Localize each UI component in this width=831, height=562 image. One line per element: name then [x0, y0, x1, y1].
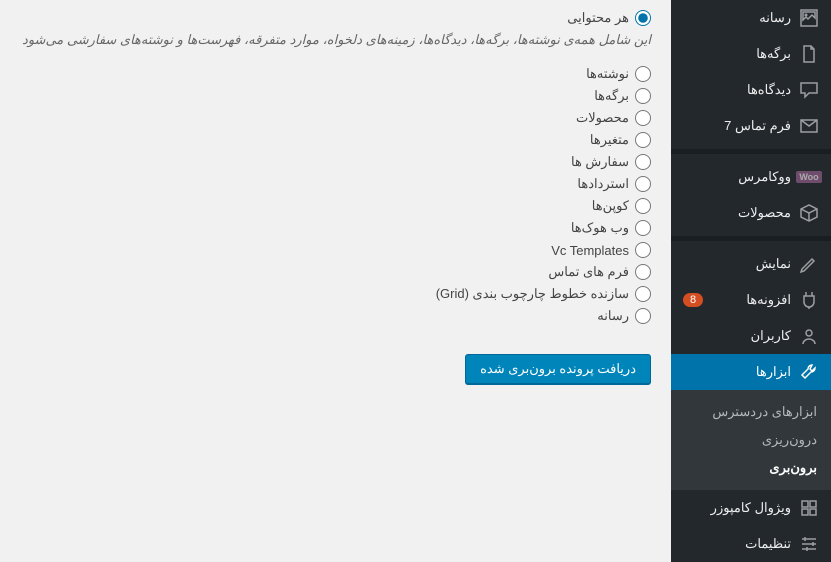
sidebar-label: فرم تماس 7 — [683, 118, 791, 134]
radio-label[interactable]: محصولات — [576, 110, 629, 126]
sidebar-label: رسانه — [683, 10, 791, 26]
submenu-available-tools[interactable]: ابزارهای دردسترس — [671, 398, 831, 426]
radio-label[interactable]: استردادها — [577, 176, 629, 192]
pages-icon — [799, 44, 819, 64]
radio-variations[interactable] — [635, 132, 651, 148]
option-posts: نوشته‌ها — [0, 66, 651, 82]
radio-label[interactable]: متغیرها — [590, 132, 629, 148]
radio-label[interactable]: کوپن‌ها — [592, 198, 629, 214]
option-variations: متغیرها — [0, 132, 651, 148]
sidebar-item-comments[interactable]: دیدگاه‌ها — [671, 72, 831, 108]
radio-contact-forms[interactable] — [635, 264, 651, 280]
menu-separator — [671, 236, 831, 241]
radio-media[interactable] — [635, 308, 651, 324]
vc-icon — [799, 498, 819, 518]
plugins-badge: 8 — [683, 293, 703, 307]
radio-label[interactable]: سفارش ها — [571, 154, 629, 170]
option-orders: سفارش ها — [0, 154, 651, 170]
submit-area: دریافت پرونده برون‌بری شده — [0, 354, 651, 384]
option-media: رسانه — [0, 308, 651, 324]
media-icon — [799, 8, 819, 28]
sidebar-item-pages[interactable]: برگه‌ها — [671, 36, 831, 72]
submenu-import[interactable]: درون‌ریزی — [671, 426, 831, 454]
sidebar-item-appearance[interactable]: نمایش — [671, 246, 831, 282]
option-products: محصولات — [0, 110, 651, 126]
sidebar-label: کاربران — [683, 328, 791, 344]
radio-label[interactable]: وب هوک‌ها — [571, 220, 629, 236]
tools-icon — [799, 362, 819, 382]
contact-icon — [799, 116, 819, 136]
menu-separator — [671, 149, 831, 154]
option-vc-templates: Vc Templates — [0, 242, 651, 258]
radio-grid-builder[interactable] — [635, 286, 651, 302]
submenu-export[interactable]: برون‌بری — [671, 454, 831, 482]
radio-coupons[interactable] — [635, 198, 651, 214]
users-icon — [799, 326, 819, 346]
radio-products[interactable] — [635, 110, 651, 126]
products-icon — [799, 203, 819, 223]
radio-label[interactable]: هر محتوایی — [567, 10, 629, 26]
radio-label[interactable]: فرم های تماس — [548, 264, 629, 280]
radio-refunds[interactable] — [635, 176, 651, 192]
export-form: هر محتوایی این شامل همه‌ی نوشته‌ها، برگه… — [0, 0, 671, 562]
option-refunds: استردادها — [0, 176, 651, 192]
radio-posts[interactable] — [635, 66, 651, 82]
sidebar-item-vc[interactable]: ویژوال کامپوزر — [671, 490, 831, 526]
sidebar-item-users[interactable]: کاربران — [671, 318, 831, 354]
sidebar-label: تنظیمات — [683, 536, 791, 552]
comments-icon — [799, 80, 819, 100]
sidebar-item-tools[interactable]: ابزارها — [671, 354, 831, 390]
tools-submenu: ابزارهای دردسترس درون‌ریزی برون‌بری — [671, 390, 831, 490]
radio-label[interactable]: برگه‌ها — [594, 88, 629, 104]
option-webhooks: وب هوک‌ها — [0, 220, 651, 236]
sidebar-label: دیدگاه‌ها — [683, 82, 791, 98]
radio-orders[interactable] — [635, 154, 651, 170]
plugins-icon — [799, 290, 819, 310]
radio-label[interactable]: سازنده خطوط چارچوب بندی (Grid) — [436, 286, 629, 302]
sidebar-item-media[interactable]: رسانه — [671, 0, 831, 36]
sidebar-item-products[interactable]: محصولات — [671, 195, 831, 231]
radio-vc-templates[interactable] — [635, 242, 651, 258]
appearance-icon — [799, 254, 819, 274]
sidebar-item-woocommerce[interactable]: Woo ووکامرس — [671, 159, 831, 195]
sidebar-label: ووکامرس — [683, 169, 791, 185]
radio-all-content[interactable] — [635, 10, 651, 26]
radio-webhooks[interactable] — [635, 220, 651, 236]
woo-icon: Woo — [799, 167, 819, 187]
radio-label[interactable]: رسانه — [597, 308, 629, 324]
sidebar-label: ابزارها — [683, 364, 791, 380]
sidebar-item-contact7[interactable]: فرم تماس 7 — [671, 108, 831, 144]
radio-label[interactable]: Vc Templates — [551, 243, 629, 258]
option-all-content: هر محتوایی — [0, 10, 651, 26]
all-content-description: این شامل همه‌ی نوشته‌ها، برگه‌ها، دیدگاه… — [0, 32, 651, 48]
sidebar-item-plugins[interactable]: افزونه‌ها 8 — [671, 282, 831, 318]
sidebar-label: ویژوال کامپوزر — [683, 500, 791, 516]
option-contact-forms: فرم های تماس — [0, 264, 651, 280]
radio-pages[interactable] — [635, 88, 651, 104]
sidebar-label: محصولات — [683, 205, 791, 221]
option-coupons: کوپن‌ها — [0, 198, 651, 214]
option-pages: برگه‌ها — [0, 88, 651, 104]
download-export-button[interactable]: دریافت پرونده برون‌بری شده — [465, 354, 651, 384]
radio-label[interactable]: نوشته‌ها — [586, 66, 629, 82]
sidebar-label: افزونه‌ها — [707, 292, 791, 308]
sidebar-item-settings[interactable]: تنظیمات — [671, 526, 831, 562]
sidebar-label: برگه‌ها — [683, 46, 791, 62]
option-grid-builder: سازنده خطوط چارچوب بندی (Grid) — [0, 286, 651, 302]
sidebar-label: نمایش — [683, 256, 791, 272]
admin-sidebar: رسانه برگه‌ها دیدگاه‌ها فرم تماس 7 Woo و… — [671, 0, 831, 562]
settings-icon — [799, 534, 819, 554]
